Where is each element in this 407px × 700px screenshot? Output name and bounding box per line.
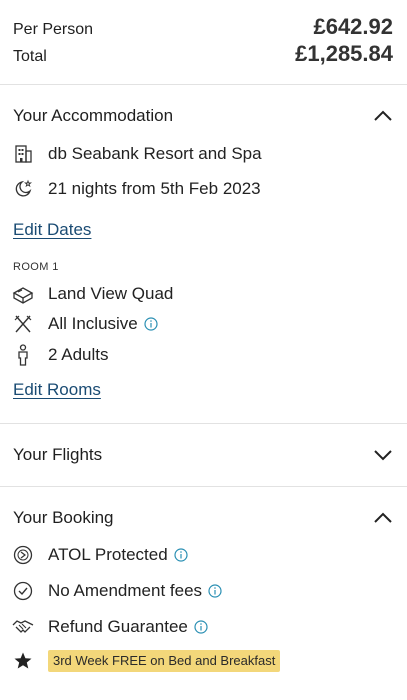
flights-title: Your Flights — [13, 445, 103, 464]
refund-row: Refund Guarantee — [12, 616, 208, 638]
promo-row: 3rd Week FREE on Bed and Breakfast — [12, 650, 281, 672]
hotel-row: db Seabank Resort and Spa — [12, 143, 262, 165]
booking-title: Your Booking — [13, 508, 114, 527]
info-icon[interactable] — [174, 548, 188, 562]
board-basis: All Inclusive — [48, 314, 138, 333]
hotel-name: db Seabank Resort and Spa — [48, 144, 262, 163]
total-price: £1,285.84 — [295, 41, 393, 66]
amendment-row: No Amendment fees — [12, 580, 222, 602]
total-label: Total — [13, 48, 47, 65]
info-icon[interactable] — [144, 317, 158, 331]
guests-row: 2 Adults — [12, 344, 109, 366]
total-row: Total £1,285.84 — [13, 41, 393, 67]
dates-row: 21 nights from 5th Feb 2023 — [12, 178, 261, 200]
atol-row: ATOL Protected — [12, 544, 188, 566]
star-icon — [12, 650, 34, 672]
info-icon[interactable] — [194, 620, 208, 634]
per-person-label: Per Person — [13, 21, 94, 38]
stay-dates: 21 nights from 5th Feb 2023 — [48, 179, 261, 198]
edit-rooms-link[interactable]: Edit Rooms — [13, 380, 101, 400]
atol-text: ATOL Protected — [48, 545, 168, 564]
chevron-up-icon[interactable] — [373, 512, 393, 524]
person-icon — [12, 344, 34, 366]
per-person-row: Per Person £642.92 — [13, 14, 393, 40]
accommodation-title: Your Accommodation — [13, 106, 174, 125]
chevron-down-icon[interactable] — [373, 449, 393, 461]
divider — [0, 486, 407, 487]
room-type-row: Land View Quad — [12, 283, 173, 305]
room-label: ROOM 1 — [13, 261, 59, 273]
info-icon[interactable] — [208, 584, 222, 598]
chevron-up-icon[interactable] — [373, 110, 393, 122]
handshake-icon — [12, 616, 34, 638]
divider — [0, 423, 407, 424]
room-type: Land View Quad — [48, 284, 174, 303]
moon-star-icon — [12, 178, 34, 200]
divider — [0, 84, 407, 85]
check-circle-icon — [12, 580, 34, 602]
cutlery-icon — [12, 313, 34, 335]
building-icon — [12, 143, 34, 165]
guest-count: 2 Adults — [48, 345, 109, 364]
amendment-text: No Amendment fees — [48, 581, 203, 600]
atol-icon — [12, 544, 34, 566]
edit-dates-link[interactable]: Edit Dates — [13, 220, 91, 240]
board-row: All Inclusive — [12, 313, 158, 335]
bed-icon — [12, 283, 34, 305]
refund-text: Refund Guarantee — [48, 617, 188, 636]
promo-badge: 3rd Week FREE on Bed and Breakfast — [48, 650, 281, 672]
per-person-price: £642.92 — [313, 14, 393, 39]
